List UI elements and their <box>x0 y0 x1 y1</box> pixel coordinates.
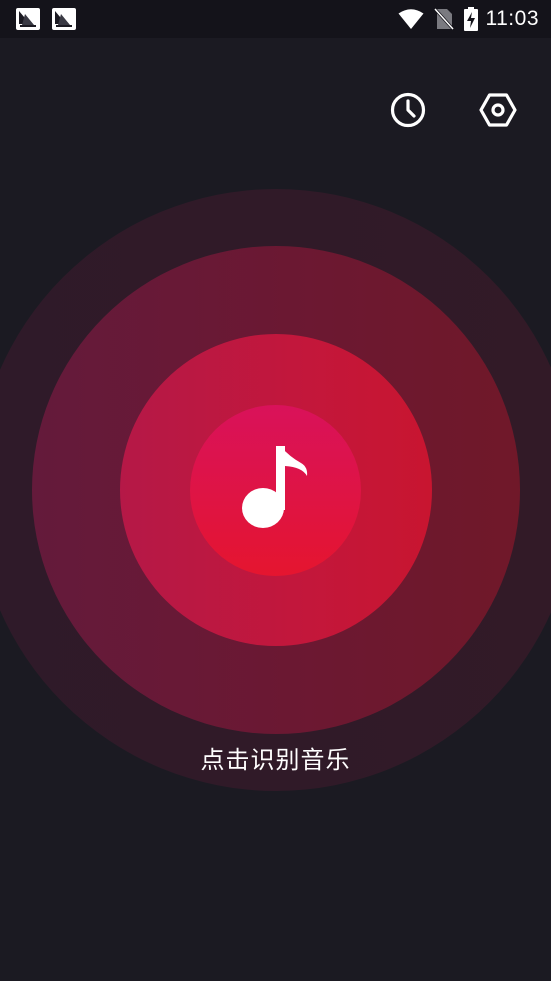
notification-app-icon <box>16 8 40 30</box>
history-button[interactable] <box>389 91 427 129</box>
settings-button[interactable] <box>479 91 517 129</box>
history-clock-icon <box>390 92 426 128</box>
status-bar: 11:03 <box>0 0 551 38</box>
no-sim-icon <box>433 7 454 31</box>
recognize-music-button[interactable] <box>190 405 361 576</box>
battery-charging-icon <box>463 7 478 31</box>
recognize-prompt-label[interactable]: 点击识别音乐 <box>0 740 551 775</box>
status-time: 11:03 <box>485 7 539 30</box>
music-recognition-screen: 11:03 点击识别音乐 <box>0 0 551 981</box>
music-note-icon <box>242 446 308 528</box>
wifi-icon <box>398 9 423 29</box>
notification-app-icon <box>52 8 76 30</box>
status-icons: 11:03 <box>388 6 540 32</box>
settings-hexagon-icon <box>479 93 517 127</box>
